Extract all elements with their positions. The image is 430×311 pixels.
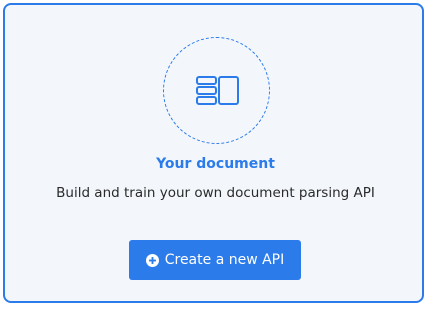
document-api-card: Your document Build and train your own d…: [3, 3, 424, 303]
plus-circle-icon: [145, 253, 159, 267]
create-api-label: Create a new API: [164, 252, 285, 268]
document-layout-icon: [196, 76, 239, 105]
create-api-button[interactable]: Create a new API: [129, 240, 301, 280]
card-description: Build and train your own document parsin…: [56, 185, 375, 201]
card-title: Your document: [156, 156, 275, 172]
